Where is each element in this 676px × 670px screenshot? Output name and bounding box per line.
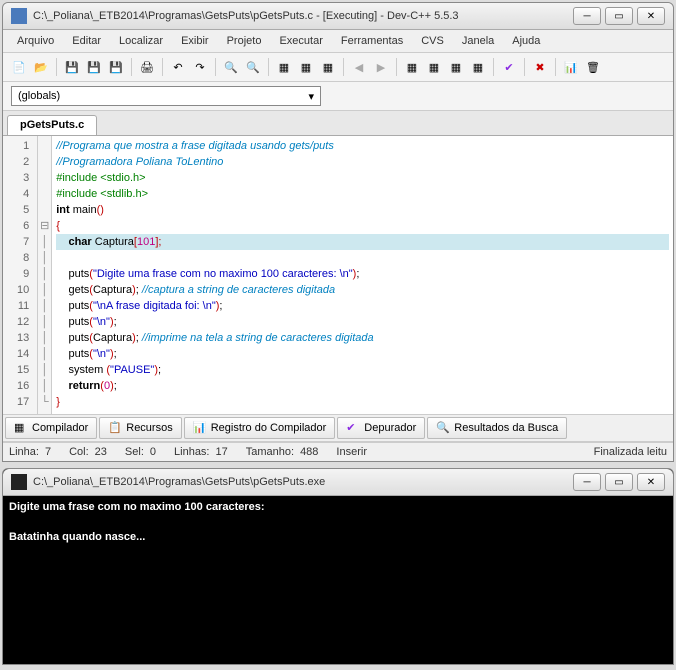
undo-icon[interactable]: ↶ (168, 57, 188, 77)
tab-registro[interactable]: 📊Registro do Compilador (184, 417, 336, 439)
editor-tabs: pGetsPuts.c (3, 111, 673, 136)
separator (396, 58, 397, 76)
statusbar: Linha:7 Col:23 Sel:0 Linhas:17 Tamanho:4… (3, 442, 673, 461)
window-controls: ─ ▭ ✕ (573, 7, 665, 25)
search-results-icon: 🔍 (436, 421, 450, 435)
console-title: C:\_Poliana\_ETB2014\Programas\GetsPuts\… (33, 476, 573, 488)
window-title: C:\_Poliana\_ETB2014\Programas\GetsPuts\… (33, 10, 573, 22)
console-minimize-button[interactable]: ─ (573, 473, 601, 491)
menu-ajuda[interactable]: Ajuda (504, 33, 548, 49)
menu-executar[interactable]: Executar (271, 33, 330, 49)
menu-cvs[interactable]: CVS (413, 33, 452, 49)
menubar: Arquivo Editar Localizar Exibir Projeto … (3, 30, 673, 53)
nav-fwd-icon[interactable]: ▶ (371, 57, 391, 77)
trash-icon[interactable]: 🗑 (583, 57, 603, 77)
console-maximize-button[interactable]: ▭ (605, 473, 633, 491)
compiler-icon: ▦ (14, 421, 28, 435)
save-all-icon[interactable]: 💾 (84, 57, 104, 77)
separator (524, 58, 525, 76)
tab-busca[interactable]: 🔍Resultados da Busca (427, 417, 567, 439)
find-icon[interactable]: 🔍 (221, 57, 241, 77)
separator (215, 58, 216, 76)
menu-localizar[interactable]: Localizar (111, 33, 171, 49)
maximize-button[interactable]: ▭ (605, 7, 633, 25)
console-titlebar: C:\_Poliana\_ETB2014\Programas\GetsPuts\… (3, 469, 673, 496)
separator (268, 58, 269, 76)
scope-combo[interactable]: (globals) ▾ (11, 86, 321, 106)
new-file-icon[interactable]: 📄 (9, 57, 29, 77)
tab-file[interactable]: pGetsPuts.c (7, 115, 97, 135)
panel1-icon[interactable]: ▦ (402, 57, 422, 77)
code-area[interactable]: //Programa que mostra a frase digitada u… (52, 136, 673, 414)
panel2-icon[interactable]: ▦ (424, 57, 444, 77)
tab-recursos[interactable]: 📋Recursos (99, 417, 181, 439)
scope-row: (globals) ▾ (3, 82, 673, 111)
separator (555, 58, 556, 76)
chart-icon[interactable]: 📊 (561, 57, 581, 77)
menu-arquivo[interactable]: Arquivo (9, 33, 62, 49)
nav-back-icon[interactable]: ◀ (349, 57, 369, 77)
line-gutter: 123 456 789 101112 131415 1617 (3, 136, 38, 414)
panel3-icon[interactable]: ▦ (446, 57, 466, 77)
chevron-down-icon: ▾ (308, 90, 314, 103)
panel4-icon[interactable]: ▦ (468, 57, 488, 77)
check-icon[interactable]: ✔ (499, 57, 519, 77)
ide-window: C:\_Poliana\_ETB2014\Programas\GetsPuts\… (2, 2, 674, 462)
compile-run-icon[interactable]: ▦ (318, 57, 338, 77)
app-icon (11, 8, 27, 24)
cancel-icon[interactable]: ✖ (530, 57, 550, 77)
console-icon (11, 474, 27, 490)
tab-compilador[interactable]: ▦Compilador (5, 417, 97, 439)
scope-value: (globals) (18, 90, 60, 102)
fold-toggle-icon[interactable]: ⊟ (38, 218, 51, 234)
console-window: C:\_Poliana\_ETB2014\Programas\GetsPuts\… (2, 468, 674, 665)
menu-projeto[interactable]: Projeto (219, 33, 270, 49)
run-icon[interactable]: ▦ (296, 57, 316, 77)
close-button[interactable]: ✕ (637, 7, 665, 25)
fold-column: ⊟ ││││││││││└ (38, 136, 52, 414)
resources-icon: 📋 (108, 421, 122, 435)
console-close-button[interactable]: ✕ (637, 473, 665, 491)
separator (56, 58, 57, 76)
console-output[interactable]: Digite uma frase com no maximo 100 carac… (3, 496, 673, 664)
save-as-icon[interactable]: 💾 (106, 57, 126, 77)
code-editor[interactable]: 123 456 789 101112 131415 1617 ⊟ │││││││… (3, 136, 673, 414)
redo-icon[interactable]: ↷ (190, 57, 210, 77)
separator (162, 58, 163, 76)
separator (343, 58, 344, 76)
tab-depurador[interactable]: ✔Depurador (337, 417, 425, 439)
replace-icon[interactable]: 🔍 (243, 57, 263, 77)
menu-ferramentas[interactable]: Ferramentas (333, 33, 411, 49)
titlebar: C:\_Poliana\_ETB2014\Programas\GetsPuts\… (3, 3, 673, 30)
print-icon[interactable]: 🖨 (137, 57, 157, 77)
bottom-tabs: ▦Compilador 📋Recursos 📊Registro do Compi… (3, 414, 673, 442)
menu-editar[interactable]: Editar (64, 33, 109, 49)
debug-icon: ✔ (346, 421, 360, 435)
menu-exibir[interactable]: Exibir (173, 33, 217, 49)
open-file-icon[interactable]: 📂 (31, 57, 51, 77)
toolbar: 📄 📂 💾 💾 💾 🖨 ↶ ↷ 🔍 🔍 ▦ ▦ ▦ ◀ ▶ ▦ ▦ ▦ ▦ ✔ … (3, 53, 673, 82)
console-window-controls: ─ ▭ ✕ (573, 473, 665, 491)
minimize-button[interactable]: ─ (573, 7, 601, 25)
separator (493, 58, 494, 76)
log-icon: 📊 (193, 421, 207, 435)
separator (131, 58, 132, 76)
compile-icon[interactable]: ▦ (274, 57, 294, 77)
menu-janela[interactable]: Janela (454, 33, 502, 49)
save-icon[interactable]: 💾 (62, 57, 82, 77)
